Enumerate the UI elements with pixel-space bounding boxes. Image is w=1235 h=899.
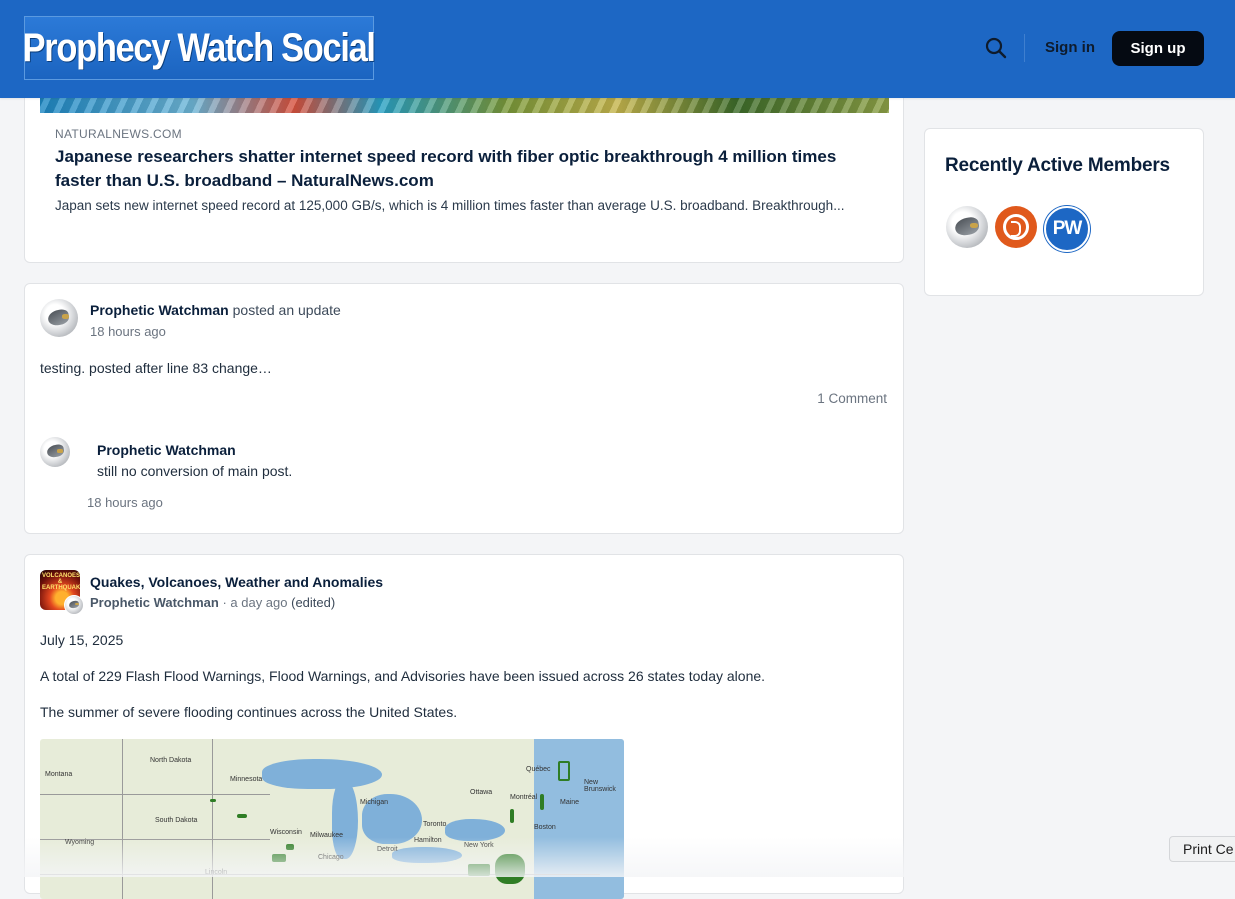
map-warning xyxy=(210,799,216,802)
avatar[interactable] xyxy=(40,299,78,337)
author-link[interactable]: Prophetic Watchman xyxy=(90,595,219,610)
map-label: Chicago xyxy=(318,854,344,861)
comment-text: still no conversion of main post. xyxy=(97,463,293,479)
widget-title: Recently Active Members xyxy=(945,155,1170,176)
map-warning xyxy=(237,814,247,818)
map-label: Wyoming xyxy=(65,839,95,846)
map-label: Detroit xyxy=(377,846,398,853)
map-label: New Brunswick xyxy=(584,779,616,793)
buddyboss-logo-icon xyxy=(1003,214,1029,240)
map-warning xyxy=(272,854,286,862)
map-label: Toronto xyxy=(423,821,447,828)
activity-card-group: VOLCANOES & EARTHQUAKES Quakes, Volcanoe… xyxy=(24,554,904,899)
timestamp[interactable]: 18 hours ago xyxy=(90,324,166,339)
edited-label: (edited) xyxy=(291,595,336,610)
post-paragraph: July 15, 2025 xyxy=(40,632,124,648)
map-lake xyxy=(262,759,382,789)
comments-count-link[interactable]: 1 Comment xyxy=(817,391,887,406)
map-lake xyxy=(445,819,505,841)
recently-active-members-widget: Recently Active Members PW xyxy=(924,128,1204,296)
post-paragraph: The summer of severe flooding continues … xyxy=(40,704,458,720)
map-warning xyxy=(286,844,294,850)
map-warning xyxy=(510,809,514,823)
top-navigation-bar: Prophecy Watch Social Sign in Sign up xyxy=(0,0,1235,98)
map-label: Maine xyxy=(560,799,580,806)
map-label: Hamilton xyxy=(414,837,442,844)
activity-action: posted an update xyxy=(232,302,341,318)
comment-author[interactable]: Prophetic Watchman xyxy=(97,442,236,458)
map-label: Lincoln xyxy=(205,869,228,876)
member-avatar[interactable] xyxy=(995,206,1037,248)
map-ocean xyxy=(534,739,624,899)
map-border xyxy=(40,794,270,795)
sign-up-button[interactable]: Sign up xyxy=(1112,31,1204,66)
map-label: Montana xyxy=(45,771,73,778)
map-label: Québec xyxy=(526,766,551,773)
group-post-meta: Prophetic Watchman · a day ago (edited) xyxy=(90,595,335,610)
comment-timestamp[interactable]: 18 hours ago xyxy=(87,495,163,510)
link-title[interactable]: Japanese researchers shatter internet sp… xyxy=(55,145,885,193)
print-tooltip[interactable]: Print Ce xyxy=(1169,836,1235,862)
link-domain: NATURALNEWS.COM xyxy=(55,127,182,141)
map-label: Michigan xyxy=(360,799,389,806)
map-label: North Dakota xyxy=(150,757,192,764)
author-link[interactable]: Prophetic Watchman xyxy=(90,302,229,318)
header-divider xyxy=(1024,34,1025,62)
avatar[interactable] xyxy=(40,437,70,467)
activity-header: Prophetic Watchman posted an update xyxy=(90,302,341,318)
flood-warning-map-image[interactable]: North Dakota Montana South Dakota Minnes… xyxy=(40,739,624,899)
map-label: Minnesota xyxy=(230,776,263,783)
map-warning xyxy=(495,854,525,884)
map-warning xyxy=(468,864,490,876)
map-warning xyxy=(540,794,544,810)
map-label: Montréal xyxy=(510,794,538,801)
timestamp[interactable]: · a day ago xyxy=(222,595,287,610)
map-warning xyxy=(558,761,570,781)
post-paragraph: A total of 229 Flash Flood Warnings, Flo… xyxy=(40,668,766,684)
group-avatar-text: VOLCANOES & EARTHQUAKES xyxy=(42,573,80,591)
map-border xyxy=(122,739,123,899)
map-label: Milwaukee xyxy=(310,832,344,839)
member-avatar[interactable] xyxy=(946,206,988,248)
site-logo[interactable]: Prophecy Watch Social xyxy=(22,16,376,80)
map-label: New York xyxy=(464,842,494,849)
logo-text: Prophecy Watch Social xyxy=(22,25,376,70)
group-name-link[interactable]: Quakes, Volcanoes, Weather and Anomalies xyxy=(90,574,383,590)
avatar[interactable] xyxy=(64,595,84,615)
activity-card-update: Prophetic Watchman posted an update 18 h… xyxy=(24,283,904,534)
link-description: Japan sets new internet speed record at … xyxy=(55,198,845,213)
member-avatar[interactable]: PW xyxy=(1044,206,1090,252)
map-lake xyxy=(392,847,462,863)
sign-in-link[interactable]: Sign in xyxy=(1045,39,1095,56)
map-lake xyxy=(332,779,358,859)
map-label: Ottawa xyxy=(470,789,493,796)
map-label: South Dakota xyxy=(155,817,198,824)
map-label: Boston xyxy=(534,824,556,831)
map-label: Wisconsin xyxy=(270,829,302,836)
search-icon[interactable] xyxy=(984,36,1008,60)
post-content: testing. posted after line 83 change… xyxy=(40,360,272,376)
